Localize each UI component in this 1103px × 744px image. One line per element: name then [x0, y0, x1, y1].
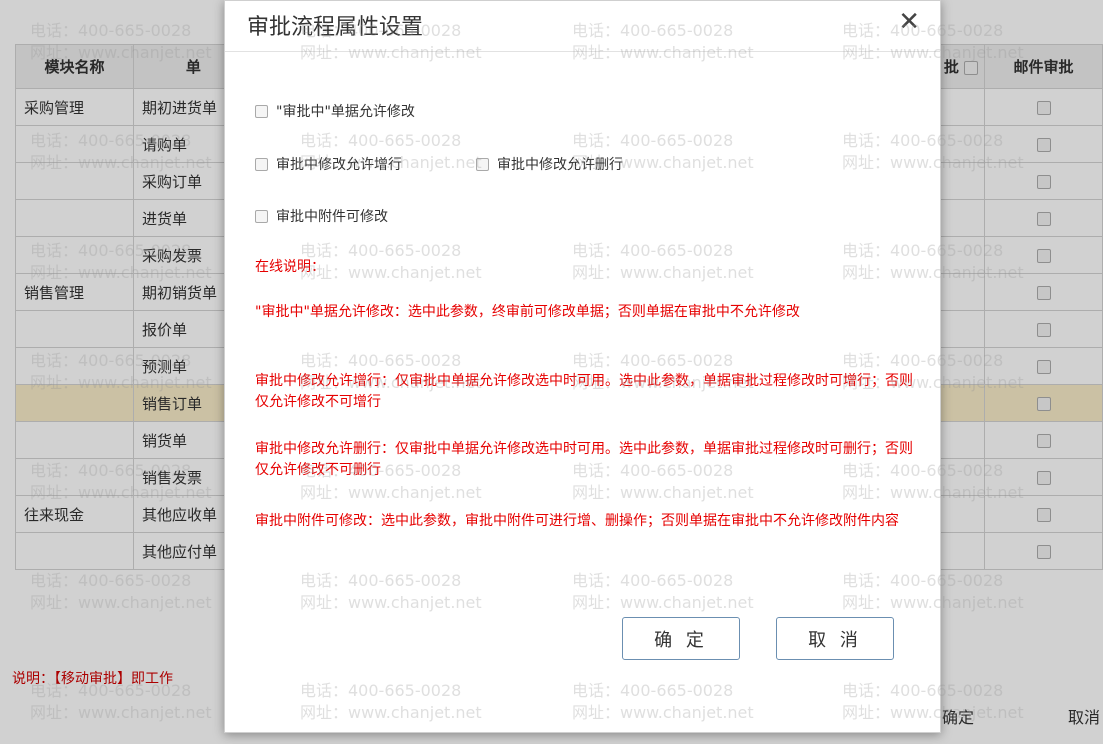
- option-attachment-modifiable[interactable]: 审批中附件可修改: [255, 206, 388, 226]
- allow-add-row-label: 审批中修改允许增行: [276, 157, 402, 173]
- option-allow-add-row[interactable]: 审批中修改允许增行: [255, 154, 402, 174]
- help-note-attachment: 审批中附件可修改：选中此参数，审批中附件可进行增、删操作；否则单据在审批中不允许…: [255, 513, 899, 529]
- attachment-modify-checkbox[interactable]: [255, 209, 268, 223]
- dialog-cancel-button[interactable]: 取 消: [776, 617, 894, 660]
- allow-delete-row-checkbox[interactable]: [476, 157, 489, 171]
- option-allow-modify-in-approval[interactable]: "审批中"单据允许修改: [255, 101, 415, 121]
- allow-delete-row-label: 审批中修改允许删行: [497, 157, 623, 173]
- help-note-add-row: 审批中修改允许增行：仅审批中单据允许修改选中时可用。选中此参数，单据审批过程修改…: [255, 373, 913, 410]
- dialog-divider: [225, 51, 940, 52]
- dialog-confirm-button[interactable]: 确 定: [622, 617, 740, 660]
- attachment-modify-label: 审批中附件可修改: [276, 209, 388, 225]
- help-note-allow-modify: "审批中"单据允许修改：选中此参数，终审前可修改单据；否则单据在审批中不允许修改: [255, 304, 800, 320]
- close-icon[interactable]: ✕: [898, 7, 920, 37]
- help-note-delete-row: 审批中修改允许删行：仅审批中单据允许修改选中时可用。选中此参数，单据审批过程修改…: [255, 441, 913, 478]
- dialog-title: 审批流程属性设置: [247, 15, 424, 40]
- allow-modify-checkbox[interactable]: [255, 104, 268, 118]
- allow-add-row-checkbox[interactable]: [255, 157, 268, 171]
- allow-modify-label: "审批中"单据允许修改: [276, 104, 415, 120]
- online-help-heading: 在线说明：: [255, 259, 325, 275]
- option-allow-delete-row[interactable]: 审批中修改允许删行: [476, 154, 623, 174]
- approval-flow-settings-dialog: 审批流程属性设置 ✕ "审批中"单据允许修改 审批中修改允许增行 审批中修改允许…: [224, 0, 941, 733]
